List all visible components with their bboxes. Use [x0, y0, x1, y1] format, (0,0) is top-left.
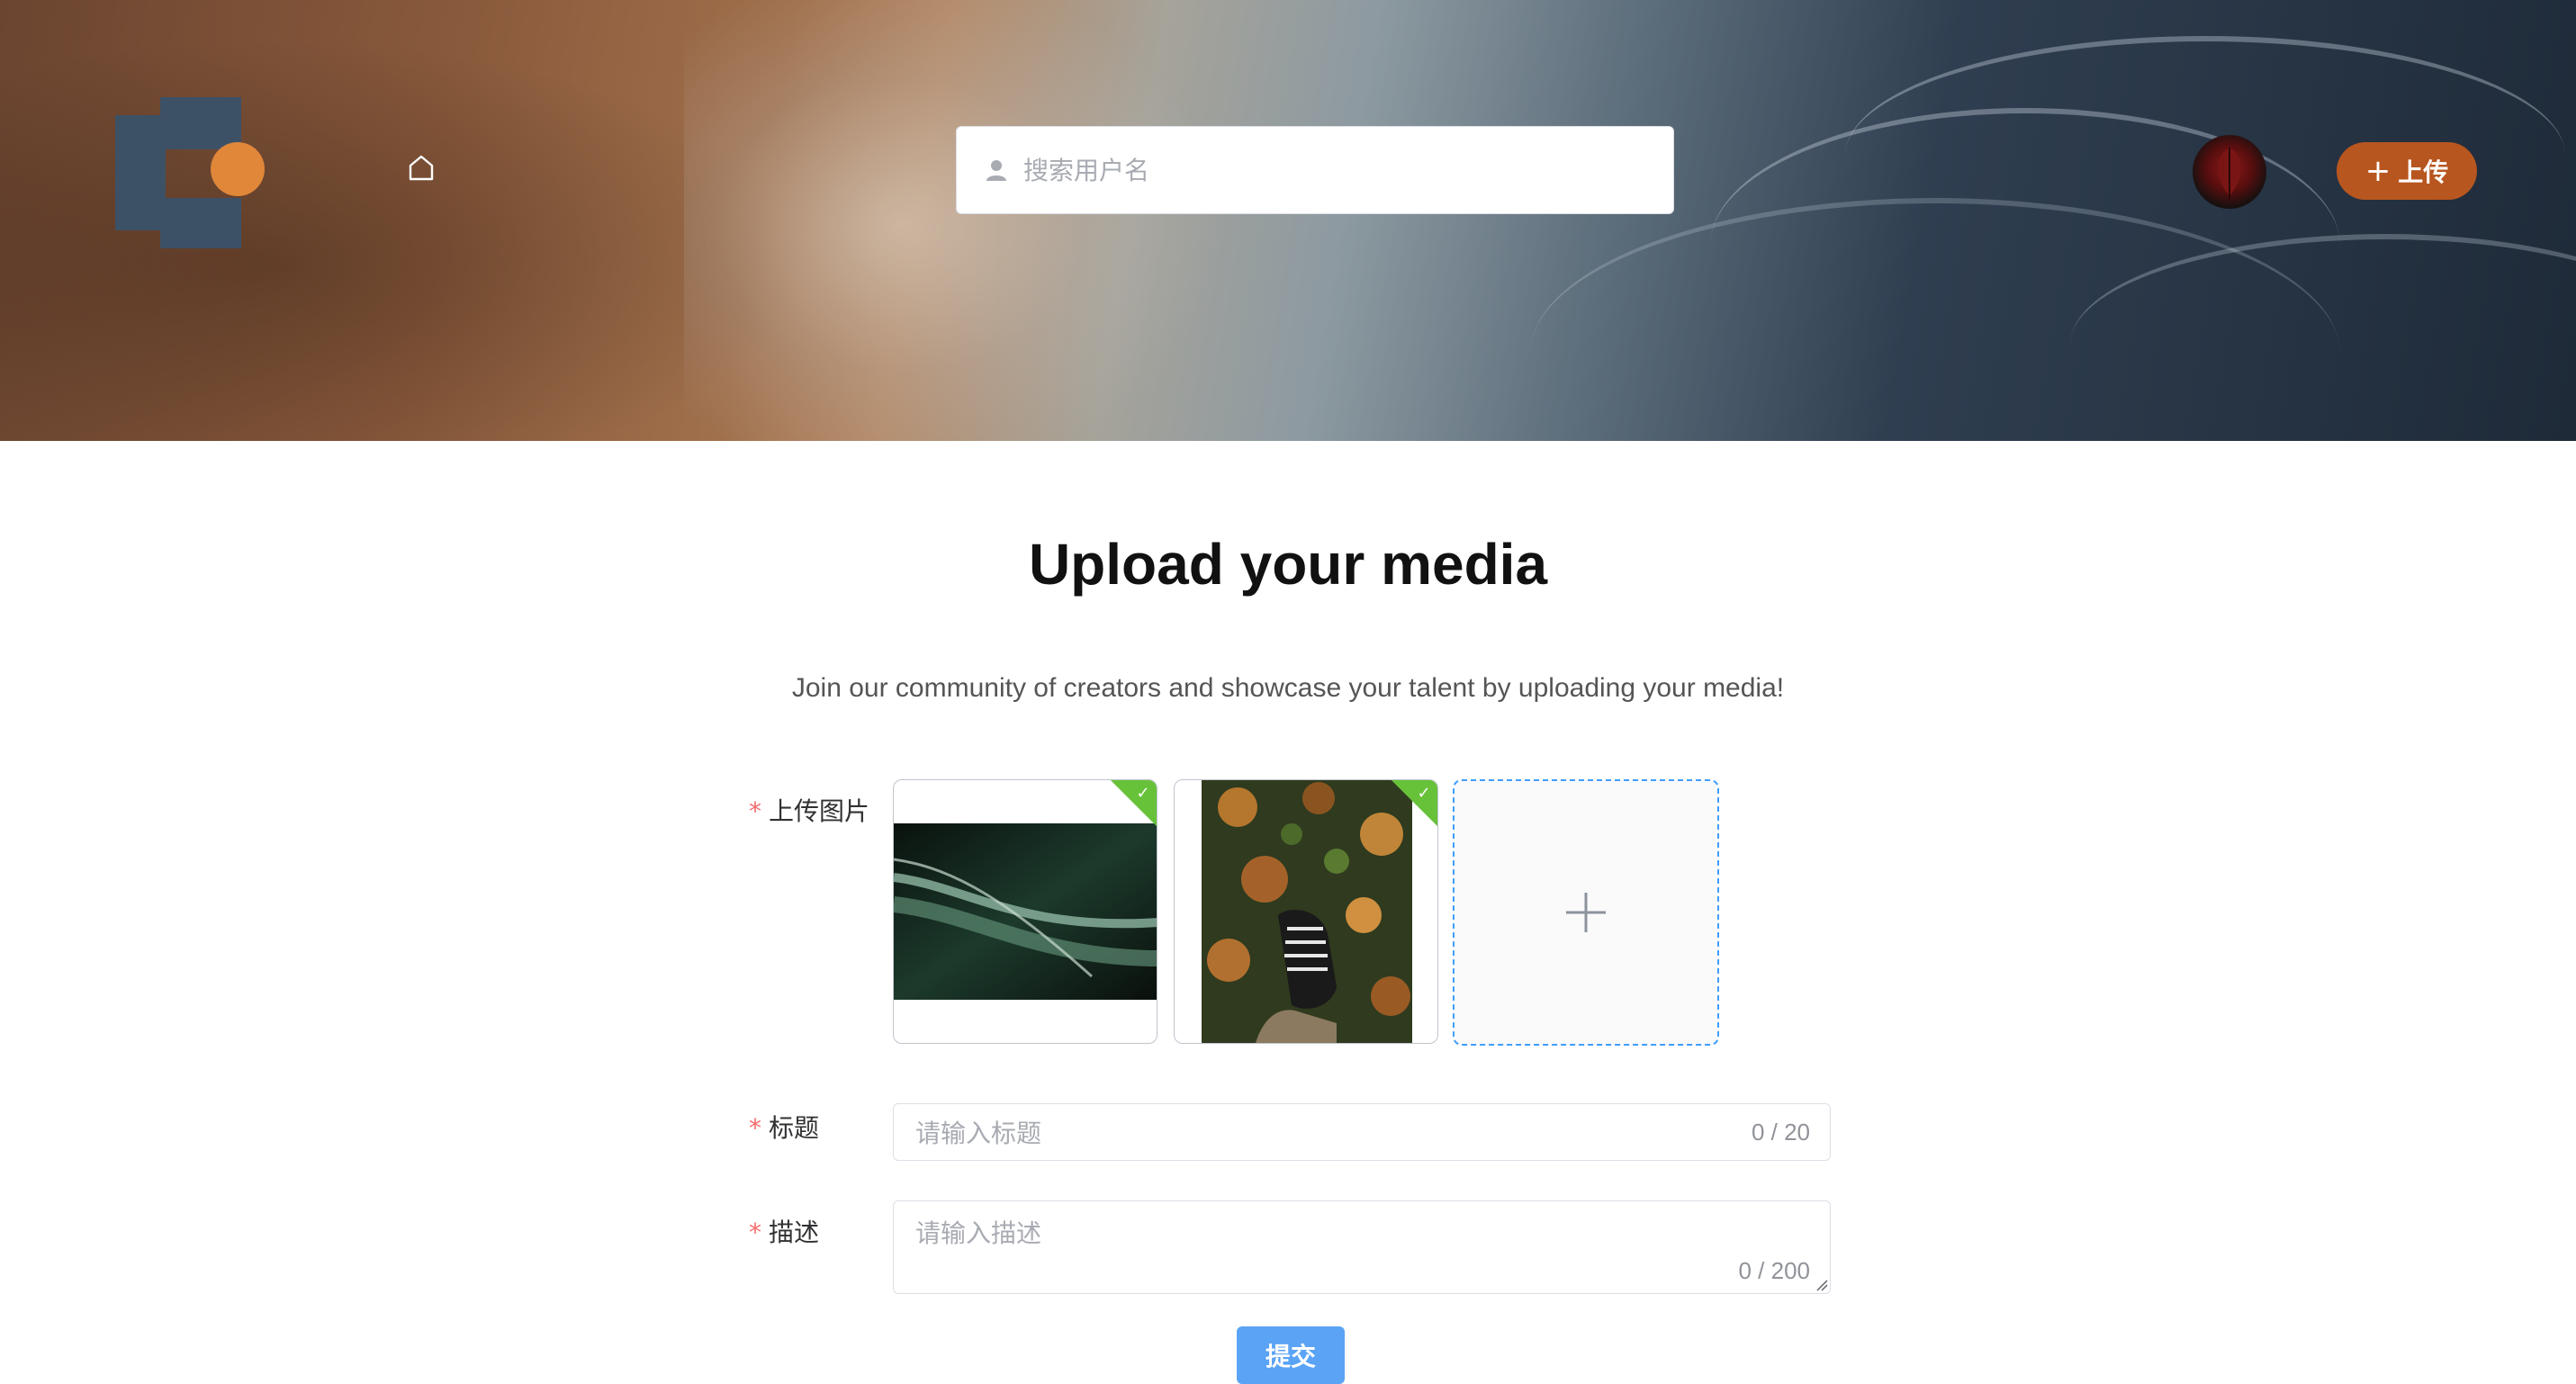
- user-icon: [986, 160, 1006, 181]
- upload-success-badge: ✓: [1108, 780, 1157, 829]
- title-field[interactable]: 0 / 20: [893, 1103, 1831, 1161]
- user-avatar[interactable]: [2193, 135, 2266, 209]
- avatar-image: [2218, 148, 2241, 200]
- plus-icon: +: [2364, 153, 2391, 189]
- title-label-text: 标题: [769, 1113, 820, 1143]
- banner-foam: [684, 0, 1224, 441]
- uploaded-image-card[interactable]: ✓: [1174, 779, 1438, 1044]
- resize-handle-icon[interactable]: [1815, 1279, 1828, 1291]
- upload-button-label: 上传: [2398, 157, 2449, 187]
- title-label: * 标题: [749, 1109, 819, 1145]
- description-char-counter: 0 / 200: [1738, 1257, 1810, 1284]
- page-subtitle: Join our community of creators and showc…: [791, 673, 1785, 703]
- description-label-text: 描述: [769, 1218, 820, 1247]
- required-mark: *: [749, 796, 761, 826]
- title-input[interactable]: [914, 1117, 1691, 1149]
- upload-button[interactable]: + 上传: [2337, 142, 2477, 200]
- title-char-counter: 0 / 20: [1751, 1119, 1810, 1146]
- app-logo[interactable]: [115, 97, 277, 248]
- required-mark: *: [749, 1113, 761, 1143]
- description-textarea[interactable]: [914, 1212, 1781, 1261]
- required-mark: *: [749, 1218, 761, 1247]
- home-icon[interactable]: [407, 153, 436, 182]
- submit-button[interactable]: 提交: [1237, 1326, 1345, 1384]
- images-label-text: 上传图片: [769, 796, 870, 826]
- check-icon: ✓: [1417, 783, 1431, 802]
- plus-icon: [1566, 893, 1606, 932]
- images-label: * 上传图片: [749, 792, 869, 828]
- search-input[interactable]: [1022, 154, 1673, 186]
- description-field[interactable]: 0 / 200: [893, 1200, 1831, 1294]
- check-icon: ✓: [1136, 783, 1150, 802]
- add-image-button[interactable]: [1453, 779, 1719, 1046]
- page-title: Upload your media: [1028, 532, 1548, 597]
- uploaded-image-thumbnail: [1202, 780, 1412, 1043]
- uploaded-image-thumbnail: [894, 823, 1157, 1000]
- description-label: * 描述: [749, 1213, 819, 1249]
- header-banner: + 上传: [0, 0, 2576, 441]
- user-search-box[interactable]: [956, 126, 1674, 214]
- uploaded-image-card[interactable]: ✓: [893, 779, 1157, 1044]
